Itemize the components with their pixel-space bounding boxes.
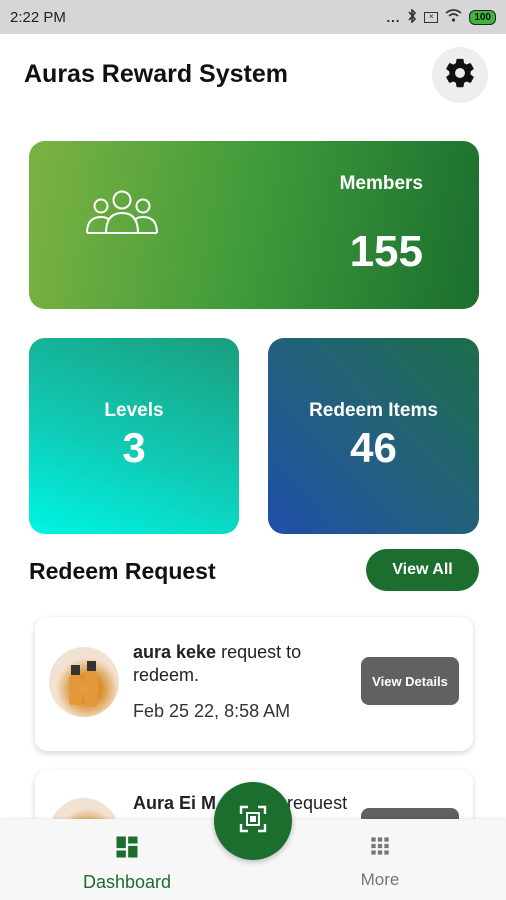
request-message: aura keke request to redeem. (133, 641, 353, 687)
members-card[interactable]: Members 155 (29, 141, 479, 309)
settings-button[interactable] (432, 47, 488, 103)
qr-scan-icon (238, 804, 268, 839)
request-card[interactable]: aura keke request to redeem. Feb 25 22, … (35, 617, 473, 751)
levels-label: Levels (104, 400, 164, 421)
request-time: Feb 25 22, 8:58 AM (133, 701, 291, 721)
product-cap (71, 665, 80, 675)
view-all-button[interactable]: View All (366, 549, 479, 591)
product-bottle (69, 675, 81, 705)
levels-card[interactable]: Levels 3 (29, 338, 239, 534)
nav-dashboard[interactable]: Dashboard (80, 833, 174, 893)
request-text: request (287, 793, 348, 813)
wifi-icon (445, 9, 462, 25)
levels-count: 3 (122, 424, 146, 471)
avatar (49, 647, 119, 717)
requester-name: aura keke (133, 642, 217, 662)
page-title: Auras Reward System (24, 60, 289, 88)
people-group-icon (84, 189, 160, 242)
grid-icon (367, 833, 393, 864)
battery-icon: 100 (469, 9, 496, 25)
members-label: Members (339, 173, 423, 194)
requester-name: Aura Ei M (133, 793, 217, 813)
gear-icon (443, 56, 477, 95)
notification-dots: ... (386, 9, 401, 25)
redeem-request-title: Redeem Request (29, 558, 216, 584)
status-time: 2:22 PM (10, 8, 66, 26)
members-count: 155 (349, 227, 423, 276)
status-icons: ... × 100 (386, 7, 496, 26)
dashboard-icon (113, 833, 141, 866)
view-details-button[interactable]: View Details (361, 657, 459, 705)
sim-icon: × (424, 11, 439, 23)
scan-button[interactable] (214, 782, 292, 860)
redeem-items-label: Redeem Items (309, 400, 438, 421)
nav-more[interactable]: More (340, 833, 420, 890)
product-cap (87, 661, 96, 671)
product-bottle (85, 671, 97, 707)
redeem-items-card[interactable]: Redeem Items 46 (268, 338, 479, 534)
nav-more-label: More (360, 870, 400, 889)
nav-dashboard-label: Dashboard (82, 872, 172, 892)
status-bar: 2:22 PM ... × 100 (0, 0, 506, 34)
bluetooth-icon (407, 7, 417, 26)
redeem-items-count: 46 (350, 424, 397, 471)
